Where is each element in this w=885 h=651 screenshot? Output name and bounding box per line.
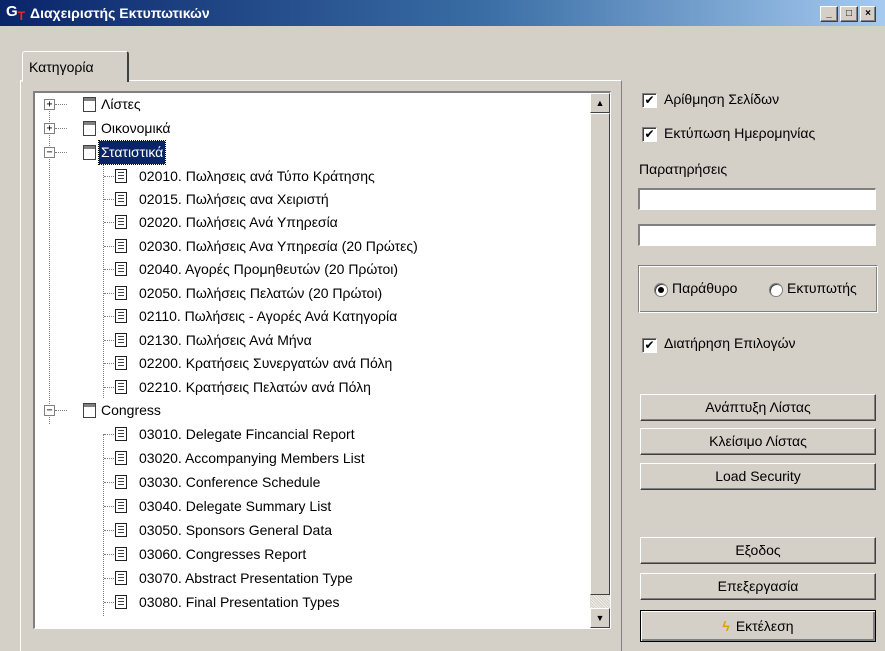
- folder-icon: [83, 403, 96, 418]
- tree-item[interactable]: 02050. Πωλήσεις Πελατών (20 Πρώτοι): [35, 282, 595, 305]
- report-icon: [115, 169, 127, 183]
- report-icon: [115, 547, 127, 561]
- tree-item[interactable]: 02020. Πωλήσεις Ανά Υπηρεσία: [35, 211, 595, 234]
- window-title: Διαχειριστής Εκτυπωτικών: [30, 5, 210, 21]
- maximize-button[interactable]: □: [840, 6, 858, 22]
- tree-group-financial[interactable]: + Οικονομικά: [35, 117, 595, 140]
- tree-item[interactable]: 03070. Abstract Presentation Type: [35, 567, 595, 590]
- report-icon: [115, 571, 127, 585]
- expand-icon[interactable]: +: [44, 123, 55, 134]
- tree-item[interactable]: 02200. Κρατήσεις Συνεργατών ανά Πόλη: [35, 352, 595, 375]
- folder-icon: [83, 145, 96, 160]
- collapse-icon[interactable]: −: [44, 405, 55, 416]
- report-icon: [115, 192, 127, 206]
- exit-button[interactable]: Εξοδος: [640, 537, 876, 564]
- expand-icon[interactable]: +: [44, 99, 55, 110]
- tree-item[interactable]: 03060. Congresses Report: [35, 543, 595, 566]
- folder-icon: [83, 97, 96, 112]
- tree-group-label: Στατιστικά: [97, 140, 167, 165]
- report-icon: [115, 333, 127, 347]
- tree-group-statistics[interactable]: − Στατιστικά: [35, 140, 595, 165]
- tree-item[interactable]: 03040. Delegate Summary List: [35, 495, 595, 518]
- tree-item[interactable]: 02015. Πωλήσεις ανα Χειριστή: [35, 188, 595, 211]
- collapse-icon[interactable]: −: [44, 147, 55, 158]
- print-date-label: Εκτύπωση Ημερομηνίας: [664, 125, 816, 141]
- expand-list-button[interactable]: Ανάπτυξη Λίστας: [640, 394, 876, 421]
- scroll-thumb[interactable]: [590, 113, 610, 595]
- tab-category[interactable]: Κατηγορία: [22, 51, 129, 82]
- printer-radio[interactable]: [769, 283, 783, 297]
- edit-button[interactable]: Επεξεργασία: [640, 573, 876, 600]
- tree-group-label: Λίστες: [101, 96, 141, 112]
- tree-item[interactable]: 03050. Sponsors General Data: [35, 519, 595, 542]
- remarks-input-1[interactable]: [638, 188, 876, 210]
- report-icon: [115, 380, 127, 394]
- window-radio[interactable]: [654, 283, 668, 297]
- keep-selections-label: Διατήρηση Επιλογών: [664, 335, 796, 351]
- tree-group-label: Οικονομικά: [101, 120, 171, 136]
- tree-item[interactable]: 02010. Πωλησεις ανά Τύπο Κράτησης: [35, 165, 595, 188]
- tab-label: Κατηγορία: [29, 59, 94, 75]
- folder-icon: [83, 121, 96, 136]
- tree-group-label: Congress: [101, 402, 161, 418]
- report-tree[interactable]: + Λίστες + Οικονομικά − Στατιστικά 02010…: [33, 91, 611, 629]
- tree-scrollbar[interactable]: ▲ ▼: [590, 93, 610, 628]
- tree-item[interactable]: 03030. Conference Schedule: [35, 471, 595, 494]
- report-icon: [115, 427, 127, 441]
- tree-item[interactable]: 03080. Final Presentation Types: [35, 591, 595, 614]
- report-icon: [115, 309, 127, 323]
- tree-group-congress[interactable]: − Congress: [35, 399, 595, 422]
- collapse-list-button[interactable]: Κλείσιμο Λίστας: [640, 428, 876, 455]
- tree-item[interactable]: 02110. Πωλήσεις - Αγορές Ανά Κατηγορία: [35, 305, 595, 328]
- report-icon: [115, 215, 127, 229]
- report-icon: [115, 356, 127, 370]
- tree-item[interactable]: 02210. Κρατήσεις Πελατών ανά Πόλη: [35, 376, 595, 399]
- report-icon: [115, 499, 127, 513]
- scroll-down-arrow-icon[interactable]: ▼: [590, 608, 610, 628]
- scroll-up-arrow-icon[interactable]: ▲: [590, 93, 610, 113]
- execute-label: Εκτέλεση: [735, 617, 794, 634]
- page-numbering-label: Αρίθμηση Σελίδων: [664, 91, 780, 107]
- page-numbering-checkbox[interactable]: ✔: [642, 93, 657, 108]
- lightning-icon: ϟ: [722, 617, 730, 634]
- report-icon: [115, 239, 127, 253]
- window-radio-label: Παράθυρο: [672, 280, 738, 296]
- remarks-input-2[interactable]: [638, 224, 876, 246]
- keep-selections-checkbox[interactable]: ✔: [642, 338, 657, 353]
- report-icon: [115, 262, 127, 276]
- remarks-label: Παρατηρήσεις: [639, 161, 728, 177]
- app-icon: GT: [6, 3, 26, 23]
- report-icon: [115, 475, 127, 489]
- tree-item[interactable]: 02130. Πωλήσεις Ανά Μήνα: [35, 329, 595, 352]
- close-button[interactable]: ×: [860, 6, 876, 22]
- tree-item[interactable]: 02040. Αγορές Προμηθευτών (20 Πρώτοι): [35, 258, 595, 281]
- tree-item[interactable]: 03010. Delegate Fincancial Report: [35, 423, 595, 446]
- tree-item[interactable]: 02030. Πωλήσεις Ανα Υπηρεσία (20 Πρώτες): [35, 235, 595, 258]
- tree-item[interactable]: 03020. Accompanying Members List: [35, 447, 595, 470]
- report-icon: [115, 523, 127, 537]
- print-date-checkbox[interactable]: ✔: [642, 127, 657, 142]
- report-icon: [115, 595, 127, 609]
- tree-group-lists[interactable]: + Λίστες: [35, 93, 595, 116]
- report-icon: [115, 451, 127, 465]
- report-icon: [115, 286, 127, 300]
- minimize-button[interactable]: _: [820, 6, 838, 22]
- execute-button[interactable]: ϟ Εκτέλεση: [640, 610, 876, 642]
- load-security-button[interactable]: Load Security: [640, 463, 876, 490]
- printer-radio-label: Εκτυπωτής: [787, 280, 857, 296]
